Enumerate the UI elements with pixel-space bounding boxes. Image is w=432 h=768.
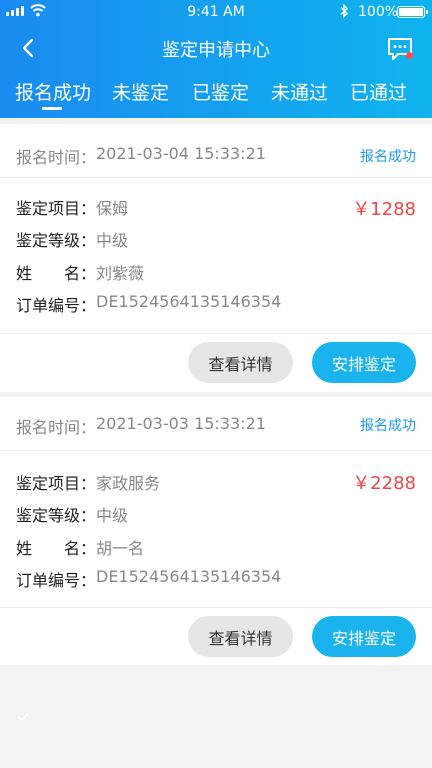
order-no-label: 订单编号： (16, 571, 97, 590)
status-badge: 报名成功 (360, 149, 416, 165)
arrange-appraisal-button[interactable]: 安排鉴定 (312, 342, 416, 383)
name-label: 姓 名： (16, 535, 96, 559)
project-value: 家政服务 (96, 474, 161, 493)
status-badge: 报名成功 (360, 418, 416, 434)
status-bar: 9:41 AM 100% (0, 0, 432, 24)
tab-failed[interactable]: 未通过 (271, 78, 328, 105)
card-header: 报名时间： 2021-03-03 15:33:21 报名成功 (0, 397, 432, 451)
apply-time-label: 报名时间： (16, 148, 97, 167)
order-no-value: DE1524564135146354 (96, 567, 282, 586)
name-label-first: 姓 (16, 264, 33, 283)
status-tabs: 报名成功 未鉴定 已鉴定 未通过 已通过 (0, 78, 432, 114)
name-label-first: 姓 (16, 539, 33, 558)
order-no-label: 订单编号： (16, 296, 97, 315)
project-value: 保姆 (96, 199, 129, 218)
name-value: 刘紫薇 (96, 264, 145, 283)
card-header: 报名时间： 2021-03-04 15:33:21 报名成功 (0, 124, 432, 178)
name-label: 姓 名： (16, 260, 96, 284)
level-label: 鉴定等级： (16, 231, 97, 250)
order-card: 报名时间： 2021-03-04 15:33:21 报名成功 鉴定项目： 保姆 … (0, 124, 432, 392)
order-card: 报名时间： 2021-03-03 15:33:21 报名成功 鉴定项目： 家政服… (0, 397, 432, 665)
page-title: 鉴定申请中心 (162, 40, 270, 61)
card-footer: 查看详情 安排鉴定 (0, 333, 432, 391)
tab-appraised[interactable]: 已鉴定 (192, 78, 249, 105)
view-detail-button[interactable]: 查看详情 (188, 342, 293, 383)
tab-not-appraised[interactable]: 未鉴定 (112, 78, 169, 105)
level-label: 鉴定等级： (16, 506, 97, 525)
tab-registered[interactable]: 报名成功 (15, 78, 91, 105)
project-label: 鉴定项目： (16, 474, 97, 493)
arrange-appraisal-button[interactable]: 安排鉴定 (312, 616, 416, 657)
check-mark-icon (17, 713, 29, 721)
price: ￥2288 (352, 473, 416, 494)
name-label-second: 名： (63, 264, 96, 283)
active-tab-indicator (42, 107, 62, 110)
card-footer: 查看详情 安排鉴定 (0, 607, 432, 665)
name-label-second: 名： (63, 539, 96, 558)
apply-time-value: 2021-03-04 15:33:21 (96, 144, 266, 163)
battery-percent: 100% (358, 4, 399, 20)
tab-passed[interactable]: 已通过 (350, 78, 407, 105)
level-value: 中级 (96, 506, 129, 525)
name-value: 胡一名 (96, 539, 145, 558)
battery-icon (397, 6, 428, 18)
view-detail-button[interactable]: 查看详情 (188, 616, 293, 657)
order-no-value: DE1524564135146354 (96, 292, 282, 311)
price: ￥1288 (352, 199, 416, 220)
notification-dot (406, 52, 413, 59)
apply-time-value: 2021-03-03 15:33:21 (96, 414, 266, 433)
header: 9:41 AM 100% 鉴定申请中心 报名成功 未鉴定 已鉴定 未通过 已通过 (0, 0, 432, 118)
level-value: 中级 (96, 231, 129, 250)
project-label: 鉴定项目： (16, 199, 97, 218)
bluetooth-icon (340, 4, 348, 18)
apply-time-label: 报名时间： (16, 418, 97, 437)
